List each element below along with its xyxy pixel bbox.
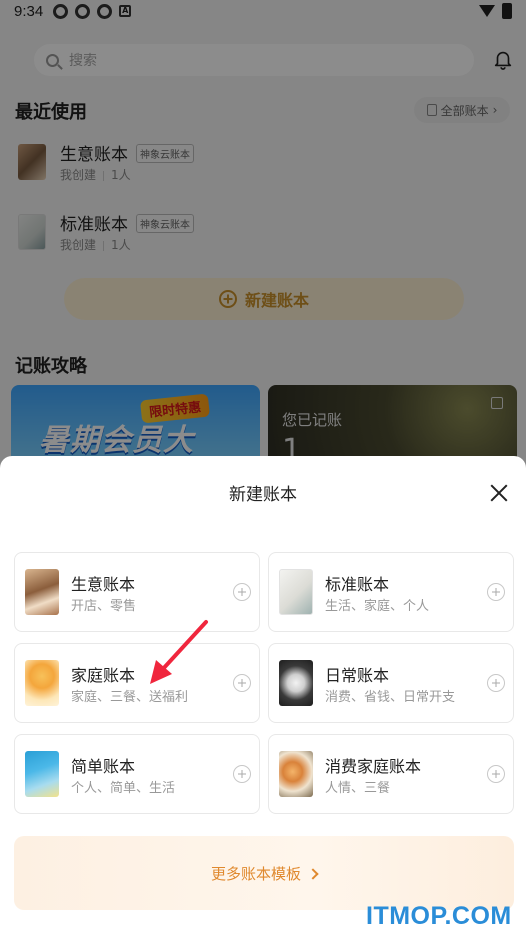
template-desc: 个人、简单、生活 xyxy=(71,781,176,796)
template-desc: 开店、零售 xyxy=(71,599,137,614)
template-card-family[interactable]: 家庭账本 家庭、三餐、送福利 xyxy=(14,643,260,723)
template-card-simple[interactable]: 简单账本 个人、简单、生活 xyxy=(14,734,260,814)
more-templates-label: 更多账本模板 xyxy=(210,864,301,883)
watermark: ITMOP.COM xyxy=(366,902,512,930)
arrow-annotation xyxy=(150,620,208,684)
template-name: 标准账本 xyxy=(325,575,390,594)
standard-cover-icon xyxy=(279,569,313,615)
template-name: 日常账本 xyxy=(325,666,390,685)
template-name: 简单账本 xyxy=(71,757,136,776)
template-desc: 生活、家庭、个人 xyxy=(325,599,430,614)
template-name: 生意账本 xyxy=(71,575,136,594)
template-desc: 消费、省钱、日常开支 xyxy=(325,690,456,705)
template-card-business[interactable]: 生意账本 开店、零售 xyxy=(14,552,260,632)
close-icon[interactable] xyxy=(486,480,512,506)
template-card-consumer-family[interactable]: 消费家庭账本 人情、三餐 xyxy=(268,734,514,814)
template-name: 消费家庭账本 xyxy=(325,757,422,776)
more-templates-button[interactable]: 更多账本模板 xyxy=(14,836,514,910)
add-icon[interactable] xyxy=(487,765,505,783)
template-card-daily[interactable]: 日常账本 消费、省钱、日常开支 xyxy=(268,643,514,723)
add-icon[interactable] xyxy=(487,674,505,692)
add-icon[interactable] xyxy=(233,583,251,601)
template-card-standard[interactable]: 标准账本 生活、家庭、个人 xyxy=(268,552,514,632)
family-cover-icon xyxy=(25,660,59,706)
business-cover-icon xyxy=(25,569,59,615)
sheet-title: 新建账本 xyxy=(229,485,297,505)
add-icon[interactable] xyxy=(233,765,251,783)
add-icon[interactable] xyxy=(233,674,251,692)
simple-cover-icon xyxy=(25,751,59,797)
piggy-bank-cover-icon xyxy=(279,660,313,706)
template-desc: 人情、三餐 xyxy=(325,781,391,796)
food-cover-icon xyxy=(279,751,313,797)
template-name: 家庭账本 xyxy=(71,666,136,685)
chevron-right-icon xyxy=(307,867,319,880)
add-icon[interactable] xyxy=(487,583,505,601)
